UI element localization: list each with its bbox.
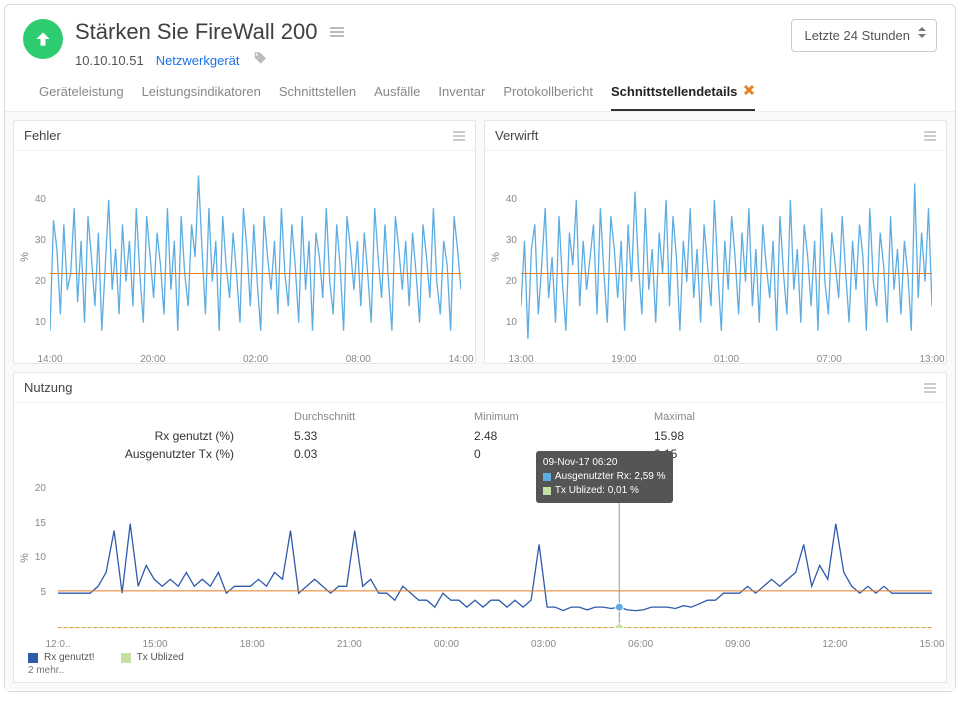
stat-value: 0.03 [294, 445, 414, 463]
y-axis-label: % [19, 252, 31, 262]
panel-discards: Verwirft % 1020304013:0019:0001:0007:001… [484, 120, 947, 364]
header: Stärken Sie FireWall 200 10.10.10.51 Net… [5, 5, 955, 70]
chart-legend: Rx genutzt! Tx Ublized 2 mehr.. [14, 648, 946, 682]
title-block: Stärken Sie FireWall 200 10.10.10.51 Net… [75, 19, 791, 70]
device-status-up-icon [23, 19, 63, 59]
panel-title: Nutzung [24, 380, 72, 395]
stat-value: 2.48 [474, 427, 594, 445]
tag-icon[interactable] [252, 51, 268, 70]
device-actions-menu-icon[interactable] [330, 27, 344, 37]
panel-menu-icon[interactable] [453, 131, 465, 141]
panel-title: Fehler [24, 128, 61, 143]
panel-errors: Fehler % 1020304014:0020:0002:0008:0014:… [13, 120, 476, 364]
usage-stats-table: Rx genutzt (%) Ausgenutzter Tx (%) Durch… [14, 403, 946, 467]
stat-header: Durchschnitt [294, 411, 414, 423]
tab-schnittstellen[interactable]: Schnittstellen [279, 84, 356, 111]
stat-row-label: Rx genutzt (%) [74, 427, 234, 445]
chart-usage[interactable]: % 09-Nov-17 06:20 Ausgenutzter Rx: 2,59 … [14, 467, 946, 648]
tab-inventar[interactable]: Inventar [438, 84, 485, 111]
tab-schnittstellendetails[interactable]: Schnittstellendetails [611, 84, 755, 111]
panel-usage: Nutzung Rx genutzt (%) Ausgenutzter Tx (… [13, 372, 947, 683]
legend-more-link[interactable]: 2 mehr.. [28, 665, 932, 676]
stat-value: 5.33 [294, 427, 414, 445]
legend-swatch [121, 653, 131, 663]
app-frame: Stärken Sie FireWall 200 10.10.10.51 Net… [4, 4, 956, 692]
device-type-link[interactable]: Netzwerkgerät [156, 53, 240, 68]
time-range-label: Letzte 24 Stunden [804, 28, 910, 43]
tab-ausfaelle[interactable]: Ausfälle [374, 84, 420, 111]
device-ip: 10.10.10.51 [75, 53, 144, 68]
legend-swatch [28, 653, 38, 663]
stat-header: Minimum [474, 411, 594, 423]
tabs: Geräteleistung Leistungsindikatoren Schn… [5, 70, 955, 112]
tab-label: Schnittstellendetails [611, 84, 737, 99]
chart-errors[interactable]: % 1020304014:0020:0002:0008:0014:00 [14, 151, 475, 363]
stat-value: 0 [474, 445, 594, 463]
content: Fehler % 1020304014:0020:0002:0008:0014:… [5, 112, 955, 691]
tab-protokollbericht[interactable]: Protokollbericht [503, 84, 593, 111]
y-axis-label: % [490, 252, 502, 262]
panel-title: Verwirft [495, 128, 538, 143]
close-tab-icon[interactable] [743, 84, 755, 99]
chart-discards[interactable]: % 1020304013:0019:0001:0007:0013:00 [485, 151, 946, 363]
stat-row-label: Ausgenutzter Tx (%) [74, 445, 234, 463]
legend-label: Rx genutzt! [44, 652, 95, 663]
stat-header: Maximal [654, 411, 774, 423]
tab-leistungsindikatoren[interactable]: Leistungsindikatoren [142, 84, 261, 111]
panel-menu-icon[interactable] [924, 383, 936, 393]
time-range-select[interactable]: Letzte 24 Stunden [791, 19, 937, 52]
stat-value: 15.98 [654, 427, 774, 445]
tab-geraeteleistung[interactable]: Geräteleistung [39, 84, 124, 111]
device-title: Stärken Sie FireWall 200 [75, 19, 318, 45]
panel-menu-icon[interactable] [924, 131, 936, 141]
stat-value: 0.15 [654, 445, 774, 463]
legend-label: Tx Ublized [137, 652, 184, 663]
